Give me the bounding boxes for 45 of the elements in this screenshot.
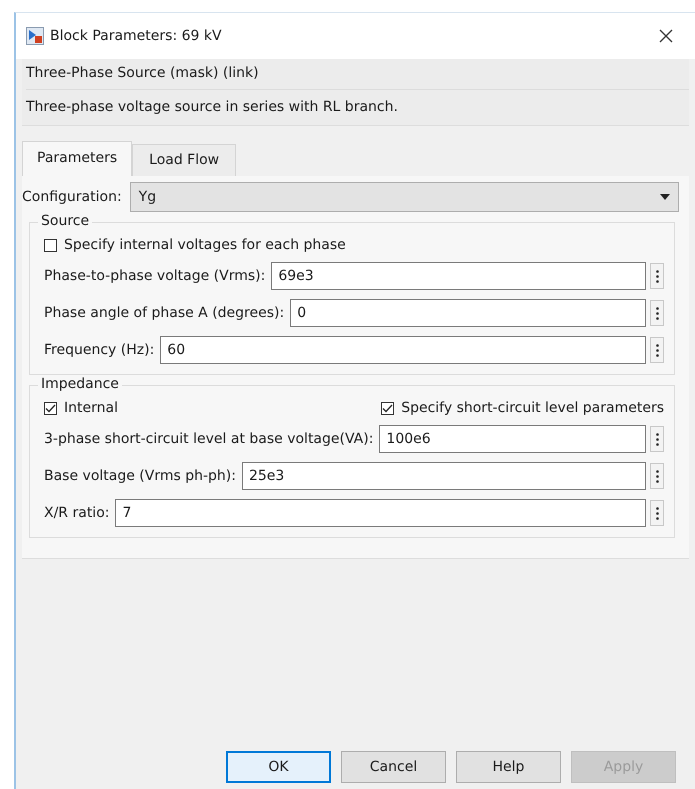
checkbox[interactable] [44, 238, 57, 252]
vertical-dots-icon [656, 306, 658, 320]
checkbox-label: Internal [64, 400, 118, 416]
input-field[interactable]: 7 [115, 499, 646, 527]
vertical-dots-icon [656, 270, 658, 282]
description-text: Three-phase voltage source in series with RL branch. [26, 98, 399, 115]
field-label: 3-phase short-circuit level at base voltage(VA): [44, 431, 374, 447]
checkbox[interactable] [44, 402, 57, 414]
more-options-button[interactable] [650, 426, 664, 452]
vertical-dots-icon [656, 344, 658, 356]
input-field[interactable]: 100e6 [379, 425, 646, 453]
input-field[interactable]: 60 [160, 336, 646, 364]
vertical-dots-icon [656, 470, 658, 482]
field-label: Base voltage (Vrms ph-ph): [44, 468, 236, 484]
field-label: Configuration: [22, 189, 122, 205]
mask-title: Three-Phase Source (mask) (link) [26, 59, 689, 90]
field-label: Phase angle of phase A (degrees): [44, 305, 284, 321]
configuration-dropdown[interactable]: Yg [130, 182, 679, 212]
more-options-button[interactable] [650, 300, 664, 326]
more-options-button[interactable] [650, 500, 664, 526]
checkbox-label: Specify short-circuit level parameters [401, 400, 664, 416]
more-options-button[interactable] [650, 337, 664, 363]
vertical-dots-icon [656, 432, 658, 446]
more-options-button[interactable] [650, 263, 664, 289]
input-field[interactable]: 25e3 [242, 462, 646, 490]
field-label: Frequency (Hz): [44, 342, 154, 358]
checkbox-label: Specify internal voltages for each phase [64, 237, 346, 253]
more-options-button[interactable] [650, 463, 664, 489]
check-mark-icon [382, 404, 394, 412]
tab[interactable]: Load Flow [132, 144, 236, 176]
field-label: X/R ratio: [44, 505, 110, 521]
check-mark-icon [45, 404, 56, 412]
tab[interactable]: Parameters [22, 141, 132, 176]
group-title: Impedance [38, 376, 122, 392]
vertical-dots-icon [656, 506, 658, 520]
dialog-button[interactable]: Cancel [341, 751, 446, 783]
dialog-button[interactable]: Help [456, 751, 561, 783]
dialog-button[interactable]: OK [226, 751, 331, 783]
block-icon [26, 27, 44, 45]
window-title: Block Parameters: 69 kV [50, 28, 222, 44]
input-field[interactable]: 0 [290, 299, 646, 327]
input-field[interactable]: 69e3 [271, 262, 646, 290]
checkbox[interactable] [381, 402, 394, 414]
dropdown-caret-icon [660, 194, 670, 200]
field-label: Phase-to-phase voltage (Vrms): [44, 268, 266, 284]
